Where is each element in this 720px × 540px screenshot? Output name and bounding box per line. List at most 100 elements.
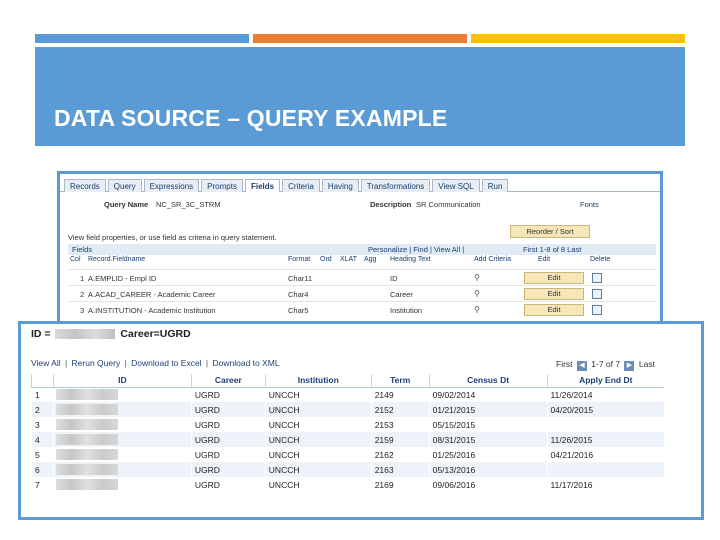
add-criteria-icon[interactable]: ⚲ <box>474 273 482 282</box>
career-cell: UGRD <box>190 447 266 462</box>
header-census-dt[interactable]: Census Dt <box>428 374 548 388</box>
fields-pager[interactable]: First 1-8 of 8 Last <box>523 245 581 254</box>
edit-button[interactable]: Edit <box>524 288 584 300</box>
edit-button[interactable]: Edit <box>524 304 584 316</box>
field-format: Char11 <box>288 274 313 283</box>
apply-end-dt-cell: 04/21/2016 <box>546 447 664 462</box>
reorder-sort-button[interactable]: Reorder / Sort <box>510 225 590 238</box>
table-row: 5 UGRD UNCCH 2162 01/25/2016 04/21/2016 <box>31 447 664 462</box>
results-title: ID = Career=UGRD <box>31 328 191 340</box>
redacted-id <box>55 329 116 340</box>
fonts-link[interactable]: Fonts <box>580 200 599 209</box>
delete-icon[interactable] <box>592 273 602 283</box>
query-tabs: Records Query Expressions Prompts Fields… <box>60 174 660 192</box>
row-number: 2 <box>31 402 54 417</box>
col-header-agg: Agg <box>364 256 377 263</box>
add-criteria-icon[interactable]: ⚲ <box>474 305 482 314</box>
fields-hint: View field properties, or use field as c… <box>68 233 277 242</box>
pager-last[interactable]: Last <box>639 359 655 369</box>
tab-transformations[interactable]: Transformations <box>360 179 431 192</box>
delete-icon[interactable] <box>592 289 602 299</box>
view-all-link[interactable]: View All <box>31 358 61 368</box>
accent-bar-yellow <box>471 34 685 43</box>
career-cell: UGRD <box>190 432 266 447</box>
row-number: 3 <box>31 417 54 432</box>
redacted-id-cell <box>52 447 192 462</box>
fields-columns: Col Record.Fieldname Format Ord XLAT Agg… <box>68 256 656 266</box>
field-format: Char4 <box>288 290 309 299</box>
tab-expressions[interactable]: Expressions <box>143 179 200 192</box>
tab-run[interactable]: Run <box>481 179 509 192</box>
table-row: 7 UGRD UNCCH 2169 09/06/2016 11/17/2016 <box>31 477 664 492</box>
header-id[interactable]: ID <box>52 374 192 388</box>
col-header-fieldname: Record.Fieldname <box>88 256 146 263</box>
career-cell: UGRD <box>190 417 266 432</box>
field-col: 1 <box>80 274 85 283</box>
term-cell: 2162 <box>370 447 430 462</box>
prev-arrow-icon[interactable]: ◀ <box>576 361 587 371</box>
field-name[interactable]: A.ACAD_CAREER - Academic Career <box>88 290 216 299</box>
field-format: Char5 <box>288 306 309 315</box>
download-xml-link[interactable]: Download to XML <box>213 358 280 368</box>
description-value: SR Communication <box>416 200 481 209</box>
tab-records[interactable]: Records <box>64 179 106 192</box>
term-cell: 2153 <box>370 417 430 432</box>
results-title-suffix: Career=UGRD <box>120 328 191 340</box>
fields-nav[interactable]: Personalize | Find | View All | <box>368 245 464 254</box>
delete-icon[interactable] <box>592 305 602 315</box>
header-career[interactable]: Career <box>190 374 266 388</box>
next-arrow-icon[interactable]: ▶ <box>624 361 635 371</box>
results-title-prefix: ID = <box>31 328 51 340</box>
query-name-value: NC_SR_3C_STRM <box>156 200 221 209</box>
institution-cell: UNCCH <box>264 447 372 462</box>
field-row: 3 A.INSTITUTION - Academic Institution C… <box>68 301 656 317</box>
field-heading: Career <box>390 290 413 299</box>
tab-criteria[interactable]: Criteria <box>282 179 320 192</box>
col-header-add-criteria: Add Criteria <box>474 256 511 263</box>
career-cell: UGRD <box>190 462 266 477</box>
tab-query[interactable]: Query <box>107 179 142 192</box>
field-name[interactable]: A.EMPLID - Empl ID <box>88 274 156 283</box>
field-name[interactable]: A.INSTITUTION - Academic Institution <box>88 306 216 315</box>
apply-end-dt-cell: 11/26/2015 <box>546 432 664 447</box>
pager-range: 1-7 of 7 <box>591 359 621 369</box>
rerun-query-link[interactable]: Rerun Query <box>72 358 121 368</box>
institution-cell: UNCCH <box>264 402 372 417</box>
term-cell: 2149 <box>370 387 430 402</box>
add-criteria-icon[interactable]: ⚲ <box>474 289 482 298</box>
results-table: ID Career Institution Term Census Dt App… <box>31 374 664 492</box>
table-row: 4 UGRD UNCCH 2159 08/31/2015 11/26/2015 <box>31 432 664 447</box>
edit-button[interactable]: Edit <box>524 272 584 284</box>
table-row: 1 UGRD UNCCH 2149 09/02/2014 11/26/2014 <box>31 387 664 402</box>
header-rownum <box>31 374 54 388</box>
results-pager: First ◀ 1-7 of 7 ▶ Last <box>556 359 655 371</box>
download-excel-link[interactable]: Download to Excel <box>131 358 201 368</box>
apply-end-dt-cell: 04/20/2015 <box>546 402 664 417</box>
header-term[interactable]: Term <box>370 374 430 388</box>
institution-cell: UNCCH <box>264 387 372 402</box>
redacted-id-cell <box>52 477 192 492</box>
col-header-format: Format <box>288 256 311 263</box>
tab-fields[interactable]: Fields <box>244 179 281 192</box>
tab-having[interactable]: Having <box>321 179 359 192</box>
header-apply-end-dt[interactable]: Apply End Dt <box>546 374 664 388</box>
census-dt-cell: 01/21/2015 <box>428 402 548 417</box>
tab-view-sql[interactable]: View SQL <box>432 179 480 192</box>
fields-label: Fields <box>72 245 93 254</box>
field-heading: ID <box>390 274 398 283</box>
career-cell: UGRD <box>190 387 266 402</box>
query-info-row: Query Name NC_SR_3C_STRM Description SR … <box>60 198 660 212</box>
pager-first[interactable]: First <box>556 359 573 369</box>
tab-prompts[interactable]: Prompts <box>201 179 243 192</box>
col-header-delete: Delete <box>590 256 611 263</box>
term-cell: 2159 <box>370 432 430 447</box>
census-dt-cell: 09/06/2016 <box>428 477 548 492</box>
redacted-id-cell <box>52 402 192 417</box>
col-header-edit: Edit <box>538 256 551 263</box>
census-dt-cell: 05/13/2016 <box>428 462 548 477</box>
col-header-ord: Ord <box>320 256 332 263</box>
field-heading: Institution <box>390 306 423 315</box>
header-institution[interactable]: Institution <box>264 374 372 388</box>
census-dt-cell: 08/31/2015 <box>428 432 548 447</box>
description-label: Description <box>370 200 412 209</box>
